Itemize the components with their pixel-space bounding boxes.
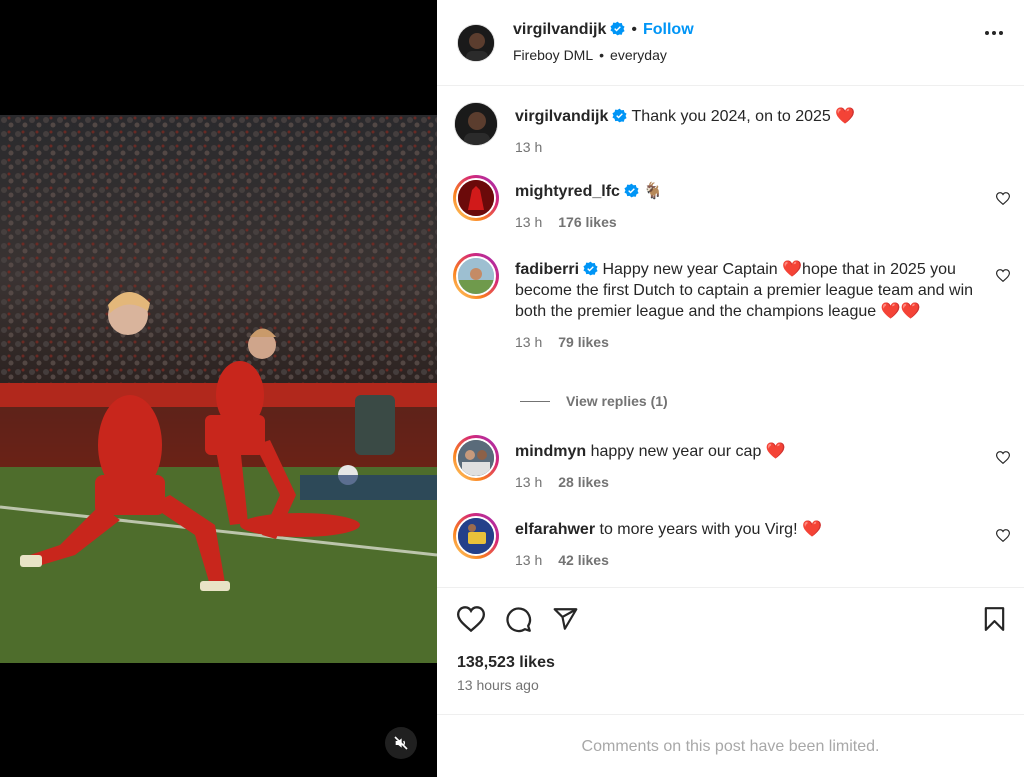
comment-time: 13 h xyxy=(515,552,543,568)
heart-icon[interactable] xyxy=(996,269,1010,282)
caption-time: 13 h xyxy=(515,139,543,155)
caption-username[interactable]: virgilvandijk xyxy=(515,108,608,125)
view-replies-label: View replies (1) xyxy=(566,393,668,409)
verified-badge-icon xyxy=(624,183,639,198)
comment-likes[interactable]: 79 likes xyxy=(558,334,609,350)
comment-username[interactable]: mightyred_lfc xyxy=(515,183,620,200)
send-icon[interactable] xyxy=(552,606,579,632)
commenter-avatar[interactable] xyxy=(453,253,499,299)
comment-time: 13 h xyxy=(515,334,543,350)
comment-time: 13 h xyxy=(515,214,543,230)
likes-count[interactable]: 138,523 likes xyxy=(457,654,555,672)
speaker-muted-icon xyxy=(394,736,408,750)
post-actions: 138,523 likes xyxy=(437,587,1024,715)
caption: virgilvandijk Thank you 2024, on to 2025… xyxy=(437,100,1024,160)
comment-likes[interactable]: 42 likes xyxy=(558,552,609,568)
commenter-avatar[interactable] xyxy=(453,435,499,481)
heart-icon[interactable] xyxy=(996,529,1010,542)
commenter-avatar[interactable] xyxy=(453,175,499,221)
verified-badge-icon xyxy=(610,21,625,36)
comment-text: 🐐 xyxy=(643,183,664,200)
caption-avatar[interactable] xyxy=(454,102,498,146)
audio-info[interactable]: Fireboy DML • everyday xyxy=(513,47,667,63)
comment-item: elfarahwer to more years with you Virg! … xyxy=(437,511,1024,571)
comment-username[interactable]: mindmyn xyxy=(515,443,586,460)
heart-icon[interactable] xyxy=(996,192,1010,205)
audio-artist[interactable]: Fireboy DML xyxy=(513,47,593,63)
commenter-avatar[interactable] xyxy=(453,513,499,559)
post-sidebar: virgilvandijk • Follow Fireboy DML • everyda… xyxy=(437,0,1024,777)
comment-icon[interactable] xyxy=(505,606,532,633)
author-username[interactable]: virgilvandijk xyxy=(513,21,606,38)
comment-item: mightyred_lfc 🐐 13 h 176 likes xyxy=(437,173,1024,233)
mute-button[interactable] xyxy=(385,727,417,759)
post-media[interactable] xyxy=(0,0,437,777)
verified-badge-icon xyxy=(612,108,627,123)
comment-likes[interactable]: 28 likes xyxy=(558,474,609,490)
comment-text: to more years with you Virg! ❤️ xyxy=(599,521,822,538)
comment-likes[interactable]: 176 likes xyxy=(558,214,616,230)
bookmark-icon[interactable] xyxy=(983,606,1006,632)
post-timestamp: 13 hours ago xyxy=(457,677,539,693)
more-horizontal-icon[interactable] xyxy=(984,30,1004,36)
comment-time: 13 h xyxy=(515,474,543,490)
follow-button[interactable]: Follow xyxy=(643,21,694,38)
comment-username[interactable]: fadiberri xyxy=(515,261,579,278)
caption-text: Thank you 2024, on to 2025 ❤️ xyxy=(631,108,856,125)
view-replies-button[interactable]: View replies (1) xyxy=(520,393,668,409)
post-header: virgilvandijk • Follow Fireboy DML • everyda… xyxy=(437,0,1024,86)
comments-limited-notice: Comments on this post have been limited. xyxy=(581,738,880,755)
heart-icon[interactable] xyxy=(457,606,485,632)
audio-track[interactable]: everyday xyxy=(610,47,667,63)
post-photo[interactable] xyxy=(0,115,437,663)
separator-dot: • xyxy=(599,47,605,63)
replies-line xyxy=(520,400,550,402)
author-avatar[interactable] xyxy=(457,24,495,62)
heart-icon[interactable] xyxy=(996,451,1010,464)
comment-item: mindmyn happy new year our cap ❤️ 13 h 28… xyxy=(437,433,1024,493)
verified-badge-icon xyxy=(583,261,598,276)
comment-username[interactable]: elfarahwer xyxy=(515,521,595,538)
comment-item: fadiberri Happy new year Captain ❤️hope … xyxy=(437,251,1024,381)
comment-text: happy new year our cap ❤️ xyxy=(590,443,786,460)
separator-dot: • xyxy=(631,21,637,38)
